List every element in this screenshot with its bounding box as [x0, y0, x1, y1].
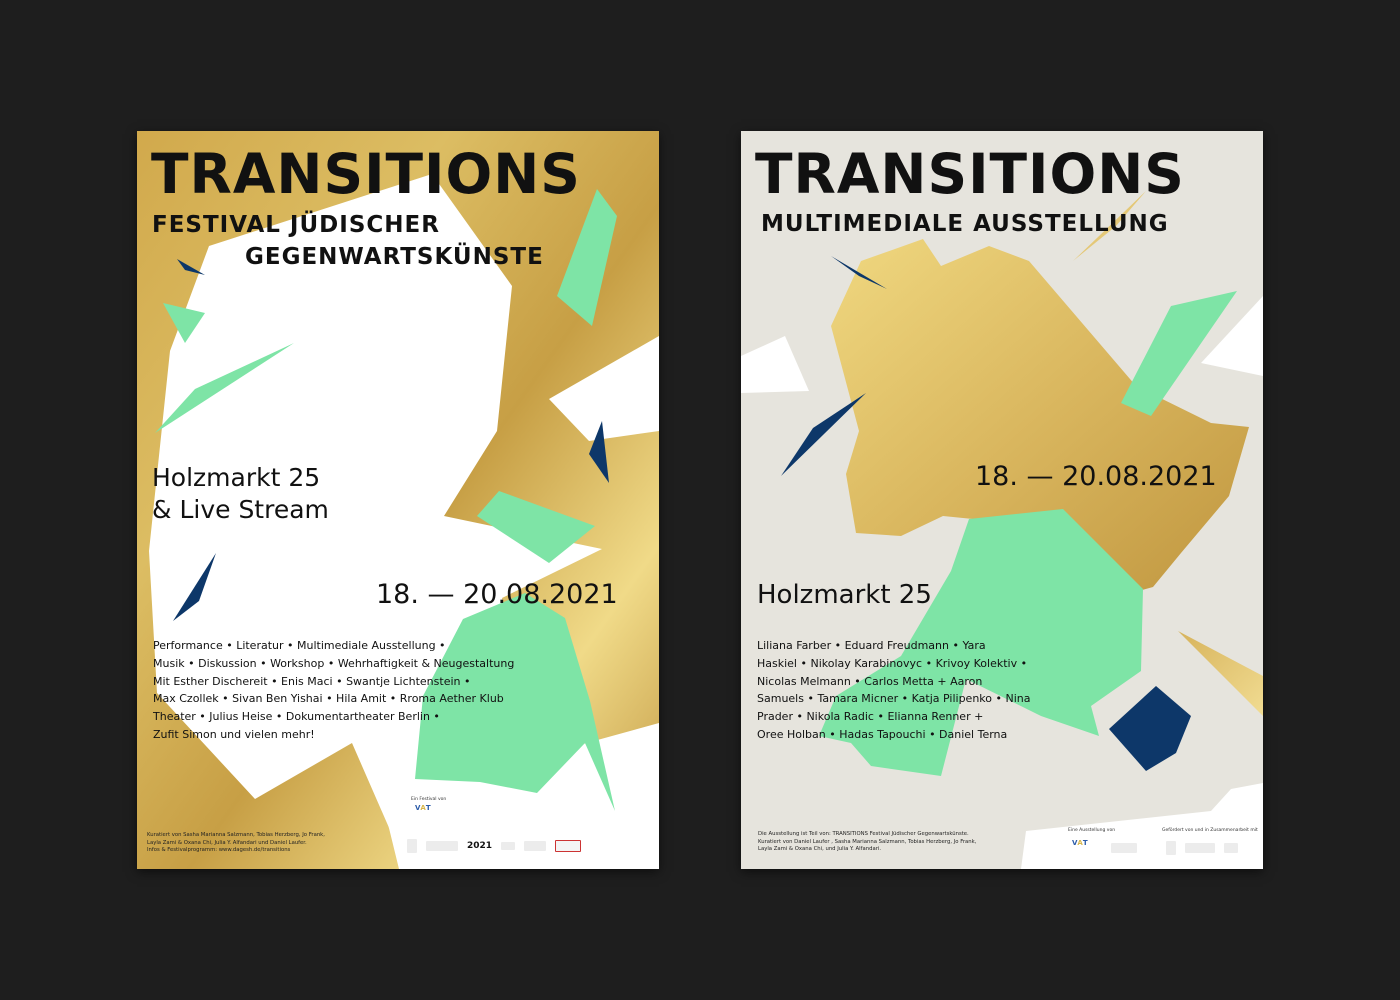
- poster-right-credits: Die Ausstellung ist Teil von: TRANSITION…: [758, 831, 976, 854]
- poster-right-subtitle: MULTIMEDIALE AUSSTELLUNG: [761, 211, 1169, 237]
- artist-line: Nicolas Melmann • Carlos Metta + Aaron: [757, 674, 983, 688]
- sponsor-caption: Ein Festival von: [411, 797, 447, 802]
- poster-left-date: 18. — 20.08.2021: [376, 579, 618, 610]
- poster-left-credits: Kuratiert von Sasha Marianna Salzmann, T…: [147, 832, 325, 855]
- credit-line: Kuratiert von Daniel Laufer , Sasha Mari…: [758, 838, 977, 845]
- poster-right-sponsor-logos: [1111, 841, 1238, 855]
- poster-right-date: 18. — 20.08.2021: [975, 461, 1217, 492]
- poster-exhibition: TRANSITIONS MULTIMEDIALE AUSSTELLUNG 18.…: [741, 131, 1263, 869]
- poster-left-venue-line2: & Live Stream: [152, 495, 329, 524]
- poster-festival: TRANSITIONS FESTIVAL JÜDISCHER GEGENWART…: [137, 131, 659, 869]
- poster-right-artists: Liliana Farber • Eduard Freudmann • Yara…: [757, 637, 1030, 744]
- credit-line: Layla Zami & Oxana Chi, und Julia Y. Alf…: [758, 846, 882, 853]
- eagle-logo: [1166, 841, 1176, 855]
- program-line: Musik • Diskussion • Workshop • Wehrhaft…: [153, 656, 515, 670]
- program-line: Performance • Literatur • Multimediale A…: [153, 639, 446, 652]
- credit-line: Layla Zami & Oxana Chi, Julia Y. Alfanda…: [147, 839, 307, 846]
- artist-line: Prader • Nikola Radic • Elianna Renner +: [757, 710, 984, 724]
- sponsor-logo: [1224, 843, 1238, 853]
- program-line: Mit Esther Dischereit • Enis Maci • Swan…: [153, 674, 471, 688]
- poster-left-venue-line1: Holzmarkt 25: [152, 463, 321, 492]
- artist-line: Haskiel • Nikolay Karabinovyc • Krivoy K…: [757, 656, 1028, 670]
- poster-left-subtitle-line1: FESTIVAL JÜDISCHER: [152, 212, 440, 238]
- poster-left-program: Performance • Literatur • Multimediale A…: [153, 637, 514, 744]
- eagle-logo: [407, 839, 417, 853]
- poster-left-sponsor-logos: 2021: [407, 839, 582, 853]
- credit-line: Die Ausstellung ist Teil von: TRANSITION…: [758, 831, 969, 837]
- poster-right-title: TRANSITIONS: [755, 142, 1185, 206]
- artist-line: Liliana Farber • Eduard Freudmann • Yara: [757, 639, 986, 652]
- program-line: Max Czollek • Sivan Ben Yishai • Hila Am…: [153, 692, 504, 706]
- sponsor-logo: [1111, 843, 1137, 853]
- year-logo: 2021: [467, 841, 493, 851]
- poster-left-subtitle-line2: GEGENWARTSKÜNSTE: [245, 244, 544, 270]
- dagesh-logo: VAT: [1072, 839, 1088, 847]
- credit-line: Kuratiert von Sasha Marianna Salzmann, T…: [147, 832, 325, 838]
- program-line: Zufit Simon und vielen mehr!: [153, 727, 315, 741]
- credit-line: Infos & Festivalprogramm: www.dagesh.de/…: [147, 847, 291, 854]
- program-line: Theater • Julius Heise • Dokumentartheat…: [153, 710, 440, 724]
- poster-left-title: TRANSITIONS: [151, 142, 581, 206]
- sponsor-logo: [501, 842, 516, 850]
- sponsor-caption: Gefördert von und in Zusammenarbeit mit: [1162, 828, 1258, 833]
- sponsor-logo: [426, 841, 458, 851]
- poster-right-venue: Holzmarkt 25: [757, 580, 932, 610]
- sponsor-caption: Eine Ausstellung von: [1068, 828, 1116, 833]
- dagesh-logo: VAT: [415, 804, 431, 812]
- sponsor-logo: [1185, 843, 1215, 853]
- artist-line: Samuels • Tamara Micner • Katja Pilipenk…: [757, 692, 1031, 706]
- poster-right-artwork: [741, 131, 1263, 869]
- artist-line: Oree Holban • Hadas Tapouchi • Daniel Te…: [757, 727, 1008, 741]
- sponsor-logo: [524, 841, 547, 851]
- berlin-logo: [555, 840, 582, 852]
